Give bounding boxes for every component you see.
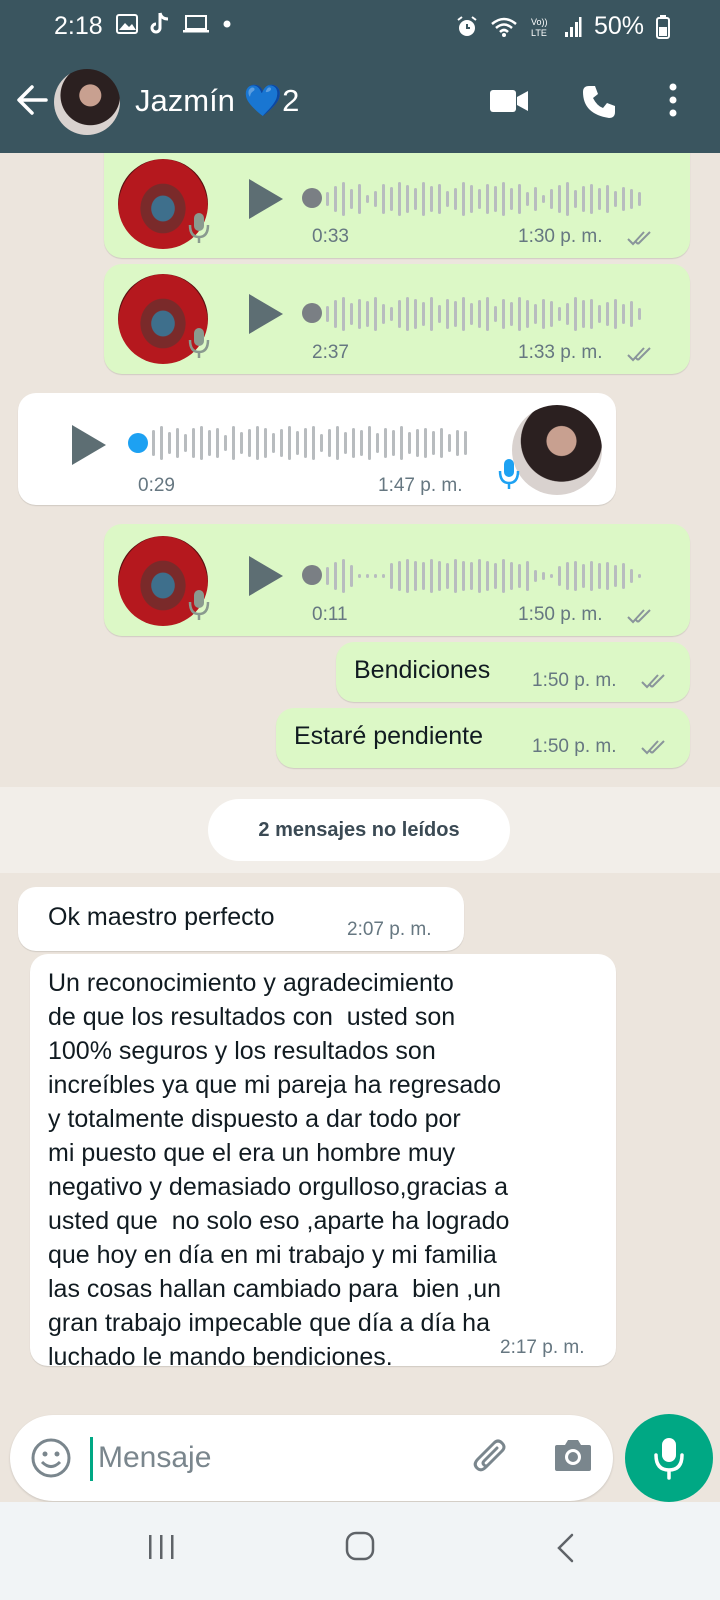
- voice-message-outgoing[interactable]: 0:11 1:50 p. m.: [104, 524, 690, 636]
- tiktok-icon: [150, 12, 169, 34]
- voice-message-outgoing[interactable]: 0:33 1:30 p. m.: [104, 153, 690, 258]
- voice-waveform[interactable]: [326, 294, 641, 334]
- voice-duration: 0:33: [312, 226, 349, 247]
- read-ticks-icon: [627, 609, 651, 624]
- mic-icon: [188, 590, 210, 620]
- play-icon[interactable]: [247, 554, 285, 598]
- svg-text:LTE: LTE: [531, 28, 547, 38]
- svg-text:Vo)): Vo)): [531, 17, 548, 27]
- image-icon: [116, 14, 138, 34]
- contact-name[interactable]: Jazmín 💙2: [135, 82, 299, 119]
- chat-area[interactable]: 0:33 1:30 p. m. 2:37 1:33 p. m. 0:29 1:4…: [0, 153, 720, 1480]
- playback-position-dot[interactable]: [302, 565, 322, 585]
- message-time: 1:50 p. m.: [518, 604, 603, 625]
- voice-message-outgoing[interactable]: 2:37 1:33 p. m.: [104, 264, 690, 374]
- system-navigation-bar: [0, 1502, 720, 1600]
- message-time: 1:50 p. m.: [532, 736, 617, 757]
- chat-header: Jazmín 💙2: [0, 52, 720, 153]
- back-arrow-icon[interactable]: [14, 80, 50, 120]
- message-time: 1:50 p. m.: [532, 670, 617, 691]
- attach-icon[interactable]: [470, 1437, 512, 1479]
- unread-separator: 2 mensajes no leídos: [208, 799, 510, 861]
- mic-icon: [654, 1438, 684, 1480]
- message-text: Ok maestro perfecto: [48, 903, 275, 931]
- message-text: Un reconocimiento y agradecimiento de qu…: [48, 969, 510, 1371]
- read-ticks-icon: [641, 740, 665, 755]
- voice-waveform[interactable]: [326, 556, 641, 596]
- recent-apps-icon[interactable]: [146, 1532, 176, 1562]
- status-left-icons: [116, 12, 232, 36]
- message-time: 2:07 p. m.: [347, 919, 432, 940]
- camera-icon[interactable]: [553, 1437, 593, 1473]
- message-time: 2:17 p. m.: [500, 1337, 585, 1358]
- signal-icon: [564, 16, 582, 37]
- read-ticks-icon: [641, 674, 665, 689]
- read-ticks-icon: [627, 347, 651, 362]
- voice-call-icon[interactable]: [581, 84, 617, 120]
- emoji-icon[interactable]: [30, 1437, 72, 1479]
- volte-icon: Vo))LTE: [531, 17, 548, 38]
- voice-duration: 2:37: [312, 342, 349, 363]
- battery-percent: 50%: [593, 12, 644, 40]
- mic-icon: [498, 459, 520, 489]
- voice-message-incoming[interactable]: 0:29 1:47 p. m.: [18, 393, 616, 505]
- status-right-icons: Vo)) LTE 50%: [456, 12, 670, 41]
- contact-avatar[interactable]: [54, 69, 120, 135]
- top-bar: 2:18 Vo)) LTE 50% Jazmín 💙2: [0, 0, 720, 153]
- more-options-icon[interactable]: [668, 82, 678, 118]
- read-ticks-icon: [627, 231, 651, 246]
- voice-record-button[interactable]: [625, 1414, 713, 1502]
- voice-waveform[interactable]: [326, 179, 641, 219]
- status-time: 2:18: [54, 12, 103, 40]
- message-input[interactable]: [98, 1435, 438, 1481]
- message-time: 1:30 p. m.: [518, 226, 603, 247]
- nav-back-icon[interactable]: [554, 1532, 576, 1564]
- voice-waveform[interactable]: [152, 423, 467, 463]
- text-message-incoming[interactable]: Ok maestro perfecto 2:07 p. m.: [18, 887, 464, 951]
- play-icon[interactable]: [247, 292, 285, 336]
- message-time: 1:33 p. m.: [518, 342, 603, 363]
- message-composer: [10, 1415, 613, 1501]
- text-cursor: [90, 1437, 93, 1481]
- dot-icon: [223, 20, 231, 28]
- message-time: 1:47 p. m.: [378, 475, 463, 496]
- play-icon[interactable]: [247, 177, 285, 221]
- mic-icon: [188, 213, 210, 243]
- text-message-outgoing[interactable]: Bendiciones 1:50 p. m.: [336, 642, 690, 702]
- wifi-icon: [491, 17, 517, 37]
- battery-icon: [656, 14, 670, 39]
- voice-duration: 0:11: [312, 604, 348, 625]
- message-text: Estaré pendiente: [294, 722, 484, 750]
- voice-duration: 0:29: [138, 475, 175, 496]
- status-bar: 2:18 Vo)) LTE 50%: [0, 0, 720, 52]
- playback-position-dot[interactable]: [302, 188, 322, 208]
- message-text: Bendiciones: [354, 656, 491, 684]
- play-icon[interactable]: [70, 423, 108, 467]
- playback-position-dot[interactable]: [128, 433, 148, 453]
- home-icon[interactable]: [344, 1530, 376, 1562]
- video-call-icon[interactable]: [489, 88, 529, 114]
- playback-position-dot[interactable]: [302, 303, 322, 323]
- sender-avatar: [512, 405, 602, 495]
- alarm-icon: [457, 15, 477, 36]
- text-message-outgoing[interactable]: Estaré pendiente 1:50 p. m.: [276, 708, 690, 768]
- text-message-incoming[interactable]: Un reconocimiento y agradecimiento de qu…: [30, 954, 616, 1371]
- laptop-icon: [183, 15, 209, 33]
- mic-icon: [188, 328, 210, 358]
